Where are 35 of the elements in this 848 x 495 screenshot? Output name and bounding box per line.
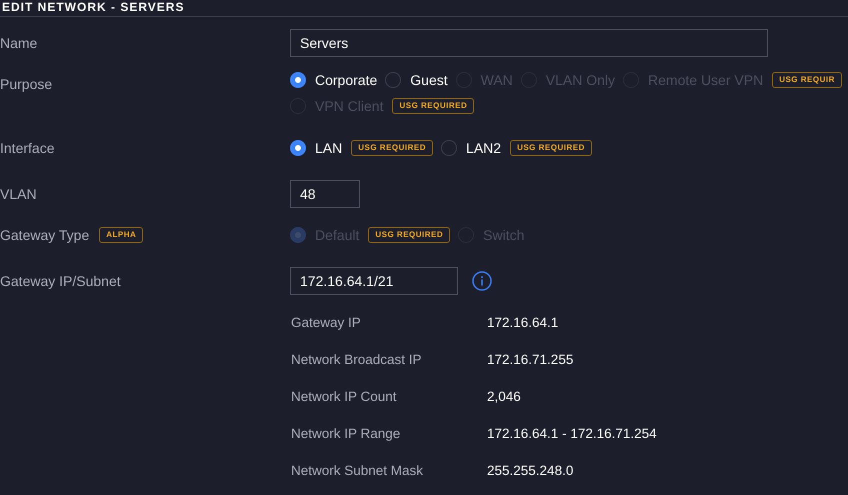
field-label: Interface xyxy=(0,140,54,156)
field-label: Gateway Type xyxy=(0,227,90,243)
radio-label[interactable]: Corporate xyxy=(315,72,378,88)
usg-required-badge: USG REQUIRED xyxy=(351,140,434,156)
detail-value: 172.16.71.255 xyxy=(487,352,574,367)
text-field[interactable]: 48 xyxy=(290,180,360,208)
detail-label: Network Broadcast IP xyxy=(291,352,423,367)
radio-button[interactable] xyxy=(290,72,306,88)
detail-value: 2,046 xyxy=(487,389,521,404)
radio-label[interactable]: LAN xyxy=(315,140,342,156)
radio-button[interactable] xyxy=(441,140,458,156)
text-field[interactable]: 172.16.64.1/21 xyxy=(290,267,458,295)
detail-value: 172.16.64.1 - 172.16.71.254 xyxy=(487,426,657,441)
detail-label: Network IP Range xyxy=(291,426,402,441)
detail-label: Network Subnet Mask xyxy=(291,463,424,478)
radio-label[interactable]: LAN2 xyxy=(466,140,502,156)
usg-required-badge: USG REQUIRED xyxy=(510,140,592,156)
radio-button[interactable] xyxy=(385,72,402,88)
radio-label[interactable]: Guest xyxy=(410,72,448,88)
detail-label: Network IP Count xyxy=(291,389,398,404)
alpha-badge: ALPHA xyxy=(99,227,144,243)
text-field[interactable]: Servers xyxy=(290,29,768,57)
usg-required-badge: USG REQUIR xyxy=(772,72,842,88)
radio-button[interactable] xyxy=(290,140,306,156)
field-label: VLAN xyxy=(0,186,37,202)
usg-required-badge: USG REQUIRED xyxy=(368,227,450,243)
info-icon[interactable] xyxy=(472,271,492,291)
usg-required-badge: USG REQUIRED xyxy=(392,98,474,114)
detail-value: 255.255.248.0 xyxy=(487,463,574,478)
field-label: Gateway IP/Subnet xyxy=(0,273,121,289)
field-label: Purpose xyxy=(0,76,52,92)
detail-label: Gateway IP xyxy=(291,315,362,330)
field-label: Name xyxy=(0,35,38,51)
detail-value: 172.16.64.1 xyxy=(487,315,558,330)
page-title: EDIT NETWORK - SERVERS xyxy=(1,0,184,14)
